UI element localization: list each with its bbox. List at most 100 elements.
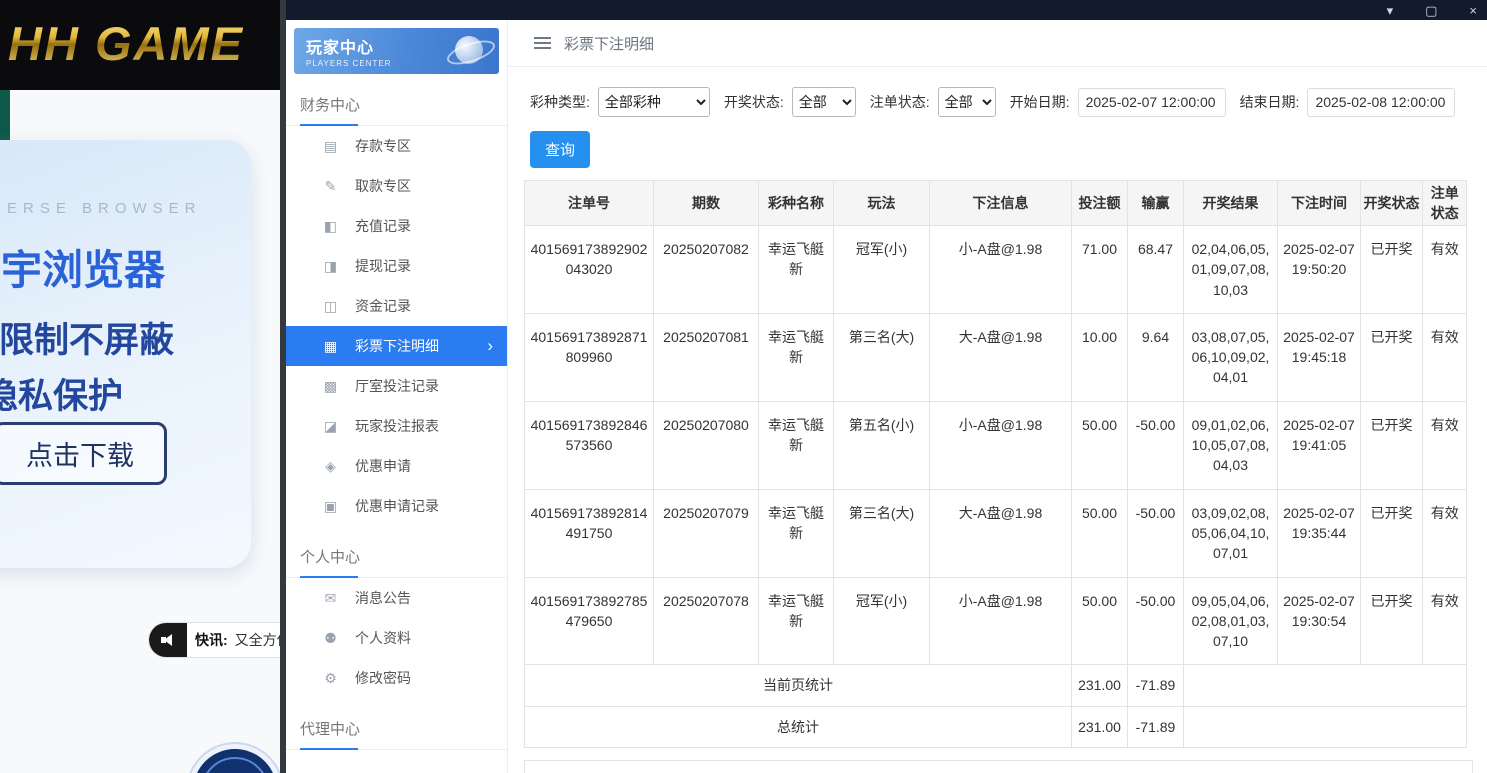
table-cell: 有效 xyxy=(1421,488,1468,578)
column-header: 开奖结果 xyxy=(1183,180,1278,226)
table-cell: 09,01,02,06,10,05,07,08,04,03 xyxy=(1183,400,1278,490)
promo-banner: ERSE BROWSER 宇浏览器 限制不屏蔽 隐私保护 点击下载 xyxy=(0,140,251,568)
download-button[interactable]: 点击下载 xyxy=(0,422,167,485)
ticker-label: 快讯: xyxy=(195,632,228,648)
sidebar-item-label: 资金记录 xyxy=(355,298,411,314)
sidebar-item-cashout-records[interactable]: ◨ 提现记录 xyxy=(286,246,507,286)
minimize-icon[interactable]: ▾ xyxy=(1387,4,1394,17)
end-date-input[interactable] xyxy=(1307,87,1456,117)
summary-bet-total: 231.00 xyxy=(1071,664,1128,707)
lottery-type-select[interactable]: 全部彩种 xyxy=(597,87,710,117)
table-cell: 2025-02-07 19:30:54 xyxy=(1277,576,1361,666)
query-button[interactable]: 查询 xyxy=(530,131,591,168)
table-cell: 20250207079 xyxy=(653,488,759,578)
table-cell: 幸运飞艇新 xyxy=(758,488,834,578)
sidebar-item-withdrawal-zone[interactable]: ✎ 取款专区 xyxy=(286,166,507,206)
draw-status-select[interactable]: 全部 xyxy=(791,87,856,117)
lottery-bet-detail-icon: ▦ xyxy=(323,337,338,354)
summary-row: 当前页统计 231.00 -71.89 xyxy=(524,664,1468,707)
table-header-row: 注单号 期数 彩种名称 玩法 下注信息 投注额 输赢 开奖结果 下注时间 开奖状态 注单状态 xyxy=(524,180,1468,226)
deposit-icon: ▤ xyxy=(323,137,338,154)
table-cell: 第三名(大) xyxy=(833,488,930,578)
chevron-right-icon: › xyxy=(487,336,493,355)
menu-icon[interactable] xyxy=(534,34,551,52)
table-cell: -50.00 xyxy=(1127,400,1184,490)
sidebar-item-label: 个人资料 xyxy=(355,630,411,646)
column-header: 开奖状态 xyxy=(1360,180,1423,226)
sidebar-item-deposit-zone[interactable]: ▤ 存款专区 xyxy=(286,126,507,166)
table-cell: 68.47 xyxy=(1127,225,1184,314)
table-cell: 大-A盘@1.98 xyxy=(929,488,1072,578)
column-header: 注单号 xyxy=(524,180,654,226)
sidebar-item-lottery-bet-details[interactable]: ▦ 彩票下注明细 › xyxy=(286,326,507,366)
table-cell: 幸运飞艇新 xyxy=(758,312,834,402)
sidebar-item-promo-application-records[interactable]: ▣ 优惠申请记录 xyxy=(286,486,507,526)
table-cell: 03,09,02,08,05,06,04,10,07,01 xyxy=(1183,488,1278,578)
table-cell: 09,05,04,06,02,08,01,03,07,10 xyxy=(1183,576,1278,666)
end-date-label: 结束日期: xyxy=(1239,94,1300,110)
site-emblem xyxy=(188,744,282,773)
column-header: 彩种名称 xyxy=(758,180,834,226)
sidebar-item-label: 玩家投注报表 xyxy=(355,418,439,434)
sidebar-item-player-bet-report[interactable]: ◪ 玩家投注报表 xyxy=(286,406,507,446)
table-cell: 有效 xyxy=(1421,400,1468,490)
column-header: 玩法 xyxy=(833,180,930,226)
player-bet-report-icon: ◪ xyxy=(323,417,338,434)
promo-tagline: ERSE BROWSER xyxy=(7,200,202,217)
table-cell: 2025-02-07 19:45:18 xyxy=(1277,312,1361,402)
profile-icon: ⚉ xyxy=(324,629,337,646)
table-row: 401569173892871809960 20250207081 幸运飞艇新 第三名… xyxy=(524,312,1468,402)
promo-apply-icon: ◈ xyxy=(325,457,336,474)
planet-icon xyxy=(455,36,483,64)
table-cell: 已开奖 xyxy=(1360,400,1423,490)
table-cell: 20250207078 xyxy=(653,576,759,666)
close-icon[interactable]: × xyxy=(1469,4,1477,17)
sidebar-item-hall-bet-records[interactable]: ▩ 厅室投注记录 xyxy=(286,366,507,406)
sidebar-item-change-password[interactable]: ⚙ 修改密码 xyxy=(286,658,507,698)
table-cell: 幸运飞艇新 xyxy=(758,225,834,314)
table-cell: 02,04,06,05,01,09,07,08,10,03 xyxy=(1183,225,1278,314)
sidebar-item-label: 厅室投注记录 xyxy=(355,378,439,394)
table-row: 401569173892814491750 20250207079 幸运飞艇新 第三名… xyxy=(524,488,1468,578)
window-titlebar: ▾ ▢ × xyxy=(286,0,1487,20)
table-cell: 有效 xyxy=(1421,312,1468,402)
sidebar-item-announcements[interactable]: ✉ 消息公告 xyxy=(286,578,507,618)
sidebar-item-profile[interactable]: ⚉ 个人资料 xyxy=(286,618,507,658)
table-cell: 小-A盘@1.98 xyxy=(929,576,1072,666)
cashout-record-icon: ◨ xyxy=(323,257,338,274)
sidebar-item-promo-application[interactable]: ◈ 优惠申请 xyxy=(286,446,507,486)
order-status-select[interactable]: 全部 xyxy=(937,87,996,117)
content-toolbar: 彩票下注明细 xyxy=(508,20,1487,67)
table-cell: 2025-02-07 19:50:20 xyxy=(1277,225,1361,314)
sidebar-item-recharge-records[interactable]: ◧ 充值记录 xyxy=(286,206,507,246)
table-cell: 冠军(小) xyxy=(833,225,930,314)
table-row: 401569173892785479650 20250207078 幸运飞艇新 冠军(… xyxy=(524,576,1468,666)
sidebar-item-label: 优惠申请 xyxy=(355,458,411,474)
table-cell: 401569173892871809960 xyxy=(524,312,654,402)
table-cell: 幸运飞艇新 xyxy=(758,576,834,666)
maximize-icon[interactable]: ▢ xyxy=(1425,4,1437,17)
promo-headline-1: 宇浏览器 xyxy=(1,247,165,293)
start-date-input[interactable] xyxy=(1077,87,1226,117)
sidebar-item-funds-records[interactable]: ◫ 资金记录 xyxy=(286,286,507,326)
promo-headline-3: 隐私保护 xyxy=(0,377,124,416)
lottery-type-label: 彩种类型: xyxy=(530,94,590,110)
table-cell: 冠军(小) xyxy=(833,576,930,666)
summary-row: 总统计 231.00 -71.89 xyxy=(524,705,1468,749)
table-cell: 50.00 xyxy=(1071,400,1128,490)
message-icon: ✉ xyxy=(324,589,337,606)
summary-winloss-total: -71.89 xyxy=(1127,664,1184,707)
table-cell: 有效 xyxy=(1421,576,1468,666)
table-cell: 401569173892846573560 xyxy=(524,400,654,490)
column-header: 投注额 xyxy=(1071,180,1128,226)
promo-apply-record-icon: ▣ xyxy=(323,497,338,514)
screen: HH GAME ERSE BROWSER 宇浏览器 限制不屏蔽 隐私保护 点击下… xyxy=(0,0,1487,773)
filter-bar: 彩种类型: 全部彩种 开奖状态: 全部 注单状态: 全部 开始日期: 结束日期: xyxy=(522,79,1475,117)
funds-record-icon: ◫ xyxy=(323,297,338,314)
column-header: 注单状态 xyxy=(1421,180,1468,226)
table-cell: 2025-02-07 19:41:05 xyxy=(1277,400,1361,490)
table-cell: 已开奖 xyxy=(1360,488,1423,578)
table-cell: 大-A盘@1.98 xyxy=(929,312,1072,402)
hall-bet-record-icon: ▩ xyxy=(323,377,338,394)
sidebar-header: 玩家中心 PLAYERS CENTER xyxy=(294,28,499,74)
